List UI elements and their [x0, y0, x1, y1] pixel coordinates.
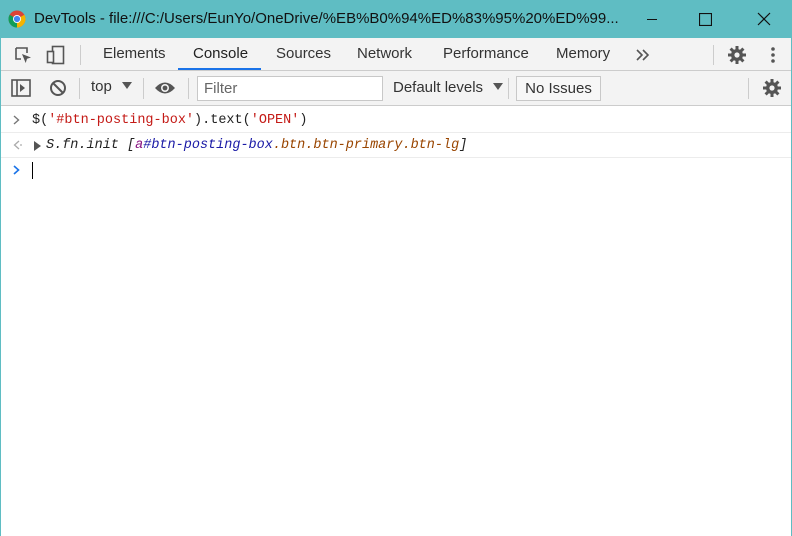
tab-memory[interactable]: Memory [556, 38, 610, 70]
console-prompt[interactable] [1, 158, 791, 183]
minimize-button[interactable] [629, 0, 675, 38]
close-button[interactable] [741, 0, 787, 38]
result-object: S.fn.init [a#btn-posting-box.btn.btn-pri… [46, 138, 468, 153]
customize-menu-button[interactable] [762, 44, 784, 66]
active-tab-indicator [178, 68, 261, 70]
more-tabs-icon [636, 49, 650, 61]
chevron-right-icon [13, 115, 20, 125]
toolbar-separator [143, 78, 144, 99]
console-settings-button[interactable] [761, 77, 783, 99]
eye-icon [155, 82, 175, 94]
live-expression-button[interactable] [154, 77, 176, 99]
maximize-icon [698, 12, 712, 26]
minimize-icon [647, 19, 657, 20]
command-text: $('#btn-posting-box').text('OPEN') [32, 113, 308, 128]
settings-icon [763, 79, 781, 97]
inspect-button[interactable] [12, 44, 34, 66]
title-bar: DevTools - file:///C:/Users/EunYo/OneDri… [1, 0, 791, 38]
settings-icon [728, 46, 746, 64]
chevron-down-icon [493, 83, 504, 90]
tab-separator [80, 45, 81, 65]
inspect-icon [15, 47, 31, 63]
clear-icon [50, 80, 66, 96]
toolbar-separator [188, 78, 189, 99]
settings-button[interactable] [726, 44, 748, 66]
toolbar-separator [508, 78, 509, 99]
more-vert-icon [771, 47, 775, 63]
filter-input[interactable] [197, 76, 383, 101]
chrome-icon [8, 10, 26, 28]
prompt-chevron-icon [13, 165, 20, 175]
maximize-button[interactable] [682, 0, 728, 38]
text-cursor [32, 162, 33, 179]
tab-separator [713, 45, 714, 65]
tab-network[interactable]: Network [357, 38, 412, 70]
console-messages[interactable]: $('#btn-posting-box').text('OPEN') S.fn.… [1, 106, 791, 536]
return-arrow-icon [13, 140, 22, 150]
log-levels-dropdown[interactable]: Default levels [393, 79, 504, 96]
window-title: DevTools - file:///C:/Users/EunYo/OneDri… [34, 10, 619, 27]
tab-sources[interactable]: Sources [276, 38, 331, 70]
devtools-window: DevTools - file:///C:/Users/EunYo/OneDri… [0, 0, 792, 536]
device-toggle-icon [46, 45, 65, 65]
context-label: top [91, 78, 112, 95]
show-sidebar-button[interactable] [10, 77, 32, 99]
console-result-message[interactable]: S.fn.init [a#btn-posting-box.btn.btn-pri… [1, 133, 791, 158]
tab-performance[interactable]: Performance [443, 38, 529, 70]
panel-tab-bar: Elements Console Sources Network Perform… [1, 38, 791, 71]
more-tabs-button[interactable] [632, 44, 654, 66]
expand-triangle-icon[interactable] [34, 141, 41, 151]
toolbar-separator [79, 78, 80, 99]
context-selector[interactable]: top [91, 78, 133, 95]
toolbar-separator [748, 78, 749, 99]
clear-console-button[interactable] [47, 77, 69, 99]
device-toolbar-button[interactable] [45, 44, 67, 66]
tab-elements[interactable]: Elements [103, 38, 166, 70]
console-toolbar: top Default levels No Issues [1, 71, 791, 106]
chevron-down-icon [122, 82, 133, 89]
sidebar-icon [11, 79, 31, 97]
issues-button[interactable]: No Issues [516, 76, 601, 101]
close-icon [757, 12, 771, 26]
tab-console[interactable]: Console [193, 38, 248, 70]
console-input-message: $('#btn-posting-box').text('OPEN') [1, 108, 791, 133]
log-levels-label: Default levels [393, 79, 484, 96]
